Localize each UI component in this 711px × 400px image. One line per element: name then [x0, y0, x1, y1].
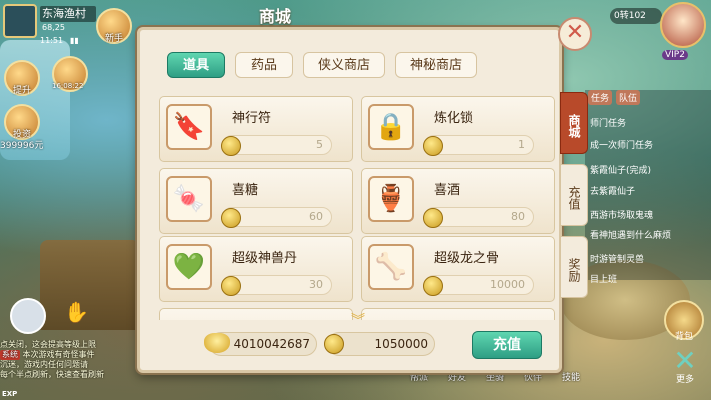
task-item[interactable]: 西游市场取鬼魂 — [590, 208, 710, 221]
tab-team[interactable]: 队伍 — [616, 90, 641, 105]
task-item[interactable]: 去紫霞仙子 — [590, 184, 710, 197]
item-name: 炼化锁 — [434, 111, 474, 126]
item-price: 80 — [423, 207, 534, 228]
hand-icon[interactable]: ✋ — [64, 300, 89, 326]
item-name: 超级神兽丹 — [232, 251, 298, 266]
item-price: 1 — [423, 135, 534, 156]
shop-item-list[interactable]: 🔖 神行符 5 🔒 炼化锁 1 🍬 喜糖 60 🏺 喜酒 80 💚 超级神兽丹 … — [157, 90, 557, 320]
coin-icon — [423, 136, 443, 156]
newbie-label: 新手 — [104, 34, 123, 44]
coin-balance: 1050000 — [324, 332, 435, 356]
price-value: 1 — [518, 138, 525, 151]
item-name: 喜糖 — [232, 183, 259, 198]
shop-item[interactable]: 🔒 炼化锁 1 — [361, 96, 555, 162]
item-name: 超级龙之骨 — [434, 251, 500, 266]
close-button[interactable]: ✕ — [558, 17, 592, 51]
player-avatar[interactable] — [660, 2, 706, 48]
coin-icon — [423, 276, 443, 296]
wine-jar-icon: 🏺 — [368, 176, 414, 222]
location-coords: 68,25 — [42, 23, 65, 32]
upgrade-button[interactable]: 提升 — [4, 60, 40, 96]
gold-amount: 399996元 — [0, 141, 44, 151]
jade-pill-icon: 💚 — [166, 244, 212, 290]
price-value: 80 — [511, 210, 525, 223]
task-item[interactable]: 看神旭遇到什么麻烦 — [590, 228, 710, 241]
item-price: 30 — [221, 275, 332, 296]
gift-timer: 16:08:22 — [52, 82, 84, 90]
shop-item[interactable]: 🔖 神行符 5 — [159, 96, 353, 162]
price-value: 30 — [309, 278, 323, 291]
voice-chat-button[interactable] — [10, 298, 46, 334]
price-value: 60 — [309, 210, 323, 223]
chat-line: 点关闭，这会提高等级上限 — [0, 340, 96, 349]
task-item[interactable]: 时游管制灵兽 — [590, 252, 710, 265]
task-item[interactable]: 目上班 — [590, 272, 710, 285]
tab-mystery-shop[interactable]: 神秘商店 — [395, 52, 477, 78]
vip-badge: VIP2 — [662, 50, 688, 60]
upgrade-label: 提升 — [12, 86, 31, 96]
ingot-icon — [204, 333, 230, 353]
price-value: 10000 — [490, 278, 525, 291]
shop-item[interactable] — [159, 308, 353, 320]
item-name: 喜酒 — [434, 183, 461, 198]
item-name: 神行符 — [232, 111, 272, 126]
task-item[interactable]: 成一次师门任务 — [590, 138, 710, 151]
dragon-bone-icon: 🦴 — [368, 244, 414, 290]
coin-icon — [324, 334, 344, 354]
candy-icon: 🍬 — [166, 176, 212, 222]
coin-icon — [423, 208, 443, 228]
item-price: 10000 — [423, 275, 534, 296]
bag-button[interactable]: 背包 — [664, 300, 704, 342]
more-label: 更多 — [676, 375, 695, 385]
task-item[interactable]: 师门任务 — [590, 116, 710, 129]
shop-item[interactable] — [361, 308, 555, 320]
chat-line: 本次游戏有奇怪事件 — [22, 350, 95, 359]
hut-decoration — [40, 240, 140, 330]
newbie-button[interactable]: 新手 — [96, 8, 132, 44]
coin-icon — [221, 136, 241, 156]
minimap-button[interactable] — [3, 4, 37, 38]
shop-title: 商城 — [258, 7, 291, 26]
tab-medicine[interactable]: 药品 — [235, 52, 293, 78]
silver-value: 4010042687 — [233, 337, 310, 351]
talisman-icon: 🔖 — [166, 104, 212, 150]
vitality-counter: 0转102 — [610, 8, 662, 24]
silver-balance: 4010042687 — [204, 332, 317, 356]
shop-footer: 4010042687 1050000 充值 — [137, 326, 562, 366]
tab-tasks[interactable]: 任务 — [588, 90, 613, 105]
price-value: 5 — [316, 138, 323, 151]
chat-log[interactable]: 点关闭，这会提高等级上限 系统 本次游戏有奇怪事件 沉迷，游戏内任何问题请 每个… — [0, 340, 160, 380]
side-tab-recharge[interactable]: 充值 — [560, 164, 588, 226]
shop-item[interactable]: 🦴 超级龙之骨 10000 — [361, 236, 555, 302]
coin-icon — [221, 276, 241, 296]
clock: 11:51 — [40, 36, 64, 45]
coin-icon — [221, 208, 241, 228]
wifi-icon: ▮▮ — [70, 36, 79, 45]
location-name: 东海渔村 — [40, 6, 96, 22]
system-tag: 系统 — [0, 350, 20, 360]
tab-chivalry-shop[interactable]: 侠义商店 — [303, 52, 385, 78]
lock-icon: 🔒 — [368, 104, 414, 150]
exp-label: EXP — [2, 390, 18, 398]
task-tabs: 任务 队伍 — [588, 90, 644, 105]
item-price: 60 — [221, 207, 332, 228]
item-price: 5 — [221, 135, 332, 156]
shop-item[interactable]: 💚 超级神兽丹 30 — [159, 236, 353, 302]
chat-line: 沉迷，游戏内任何问题请 — [0, 360, 88, 369]
side-tab-reward[interactable]: 奖励 — [560, 236, 588, 298]
task-item[interactable]: 紫霞仙子(完成) — [590, 163, 710, 176]
side-tab-mall[interactable]: 商城 — [560, 92, 588, 154]
coin-value: 1050000 — [374, 337, 428, 351]
chat-line: 每个半点刷新，快速查看刷新 — [0, 370, 104, 379]
invest-button[interactable]: 投资 — [4, 104, 40, 140]
shop-item[interactable]: 🏺 喜酒 80 — [361, 168, 555, 234]
shop-item[interactable]: 🍬 喜糖 60 — [159, 168, 353, 234]
tab-props[interactable]: 道具 — [167, 52, 225, 78]
recharge-button[interactable]: 充值 — [472, 331, 542, 359]
